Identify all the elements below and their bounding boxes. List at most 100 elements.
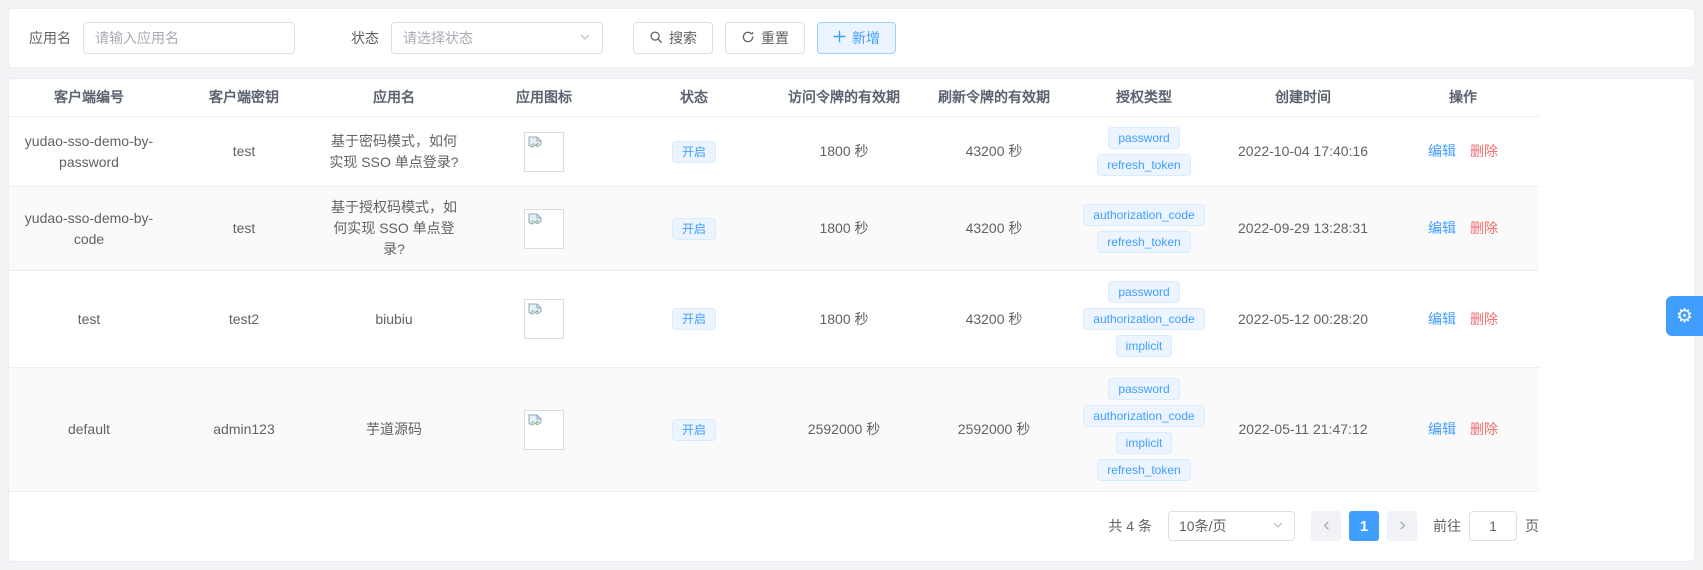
cell-actions: 编辑 删除 — [1387, 367, 1539, 492]
broken-image-icon — [524, 299, 564, 339]
reset-button[interactable]: 重置 — [725, 22, 805, 54]
search-button-label: 搜索 — [669, 30, 697, 46]
cell-app-name: biubiu — [319, 270, 469, 368]
cell-status: 开启 — [619, 186, 769, 271]
table-row: yudao-sso-demo-by-password test 基于密码模式，如… — [9, 116, 1539, 187]
grant-type-tag: password — [1108, 127, 1180, 149]
cell-refresh-validity: 43200 秒 — [919, 186, 1069, 271]
edit-button[interactable]: 编辑 — [1428, 220, 1456, 236]
edit-button[interactable]: 编辑 — [1428, 143, 1456, 159]
cell-refresh-validity: 2592000 秒 — [919, 367, 1069, 492]
goto-suffix-label: 页 — [1525, 518, 1539, 534]
cell-client-secret: test — [169, 186, 319, 271]
total-count-text: 共 4 条 — [1108, 518, 1152, 534]
goto-page-group: 前往 页 — [1433, 511, 1539, 541]
edit-button[interactable]: 编辑 — [1428, 421, 1456, 437]
grant-type-tag: refresh_token — [1097, 231, 1191, 253]
cell-client-id: yudao-sso-demo-by-password — [9, 116, 169, 187]
status-select-placeholder: 请选择状态 — [403, 30, 473, 46]
refresh-icon — [741, 30, 755, 47]
status-badge: 开启 — [671, 418, 716, 441]
cell-app-name: 芋道源码 — [319, 367, 469, 492]
oauth-client-table-card: 客户端编号 客户端密钥 应用名 应用图标 状态 访问令牌的有效期 刷新令牌的有效… — [8, 78, 1695, 562]
status-badge: 开启 — [671, 308, 716, 330]
grant-type-tag: implicit — [1115, 432, 1173, 454]
next-page-button[interactable] — [1387, 511, 1417, 541]
cell-client-id: default — [9, 367, 169, 492]
status-badge: 开启 — [671, 217, 716, 240]
col-app-icon: 应用图标 — [469, 79, 619, 117]
cell-client-id: yudao-sso-demo-by-code — [9, 186, 169, 271]
cell-actions: 编辑 删除 — [1387, 116, 1539, 187]
oauth-client-table: 客户端编号 客户端密钥 应用名 应用图标 状态 访问令牌的有效期 刷新令牌的有效… — [9, 79, 1539, 492]
page-size-value: 10条/页 — [1179, 518, 1227, 534]
col-create-time: 创建时间 — [1219, 79, 1387, 117]
pagination-bar: 共 4 条 10条/页 1 前往 1 页 — [9, 492, 1549, 557]
search-button[interactable]: 搜索 — [633, 22, 713, 54]
grant-type-tag: refresh_token — [1097, 154, 1191, 176]
cell-grant-types: password authorization_code implicit ref… — [1069, 367, 1219, 492]
status-badge: 开启 — [671, 140, 716, 163]
grant-type-tag: implicit — [1115, 335, 1173, 357]
table-row: test test2 biubiu 开启 1800 秒 43200 秒 pass… — [9, 270, 1539, 368]
delete-button[interactable]: 删除 — [1470, 421, 1498, 437]
page-root: 应用名 状态 请选择状态 搜索 重置 — [0, 0, 1703, 570]
plus-icon — [833, 30, 846, 46]
cell-client-id: test — [9, 270, 169, 368]
chevron-down-icon — [1272, 518, 1284, 534]
app-name-label: 应用名 — [29, 30, 71, 46]
cell-app-name: 基于授权码模式，如何实现 SSO 单点登录? — [319, 186, 469, 271]
add-button-label: 新增 — [852, 30, 880, 46]
cell-grant-types: password refresh_token — [1069, 116, 1219, 187]
settings-gear-button[interactable]: ⚙ — [1666, 296, 1703, 336]
grant-type-tag: refresh_token — [1097, 459, 1191, 481]
edit-button[interactable]: 编辑 — [1428, 311, 1456, 327]
cell-client-secret: test — [169, 116, 319, 187]
prev-page-button[interactable] — [1311, 511, 1341, 541]
goto-label: 前往 — [1433, 518, 1461, 534]
cell-app-name: 基于密码模式，如何实现 SSO 单点登录? — [319, 116, 469, 187]
delete-button[interactable]: 删除 — [1470, 220, 1498, 236]
reset-button-label: 重置 — [761, 30, 789, 46]
cell-create-time: 2022-05-11 21:47:12 — [1219, 367, 1387, 492]
grant-type-tag: password — [1108, 281, 1180, 303]
delete-button[interactable]: 删除 — [1470, 143, 1498, 159]
cell-app-icon — [469, 367, 619, 492]
page-number-button[interactable]: 1 — [1349, 511, 1379, 541]
cell-refresh-validity: 43200 秒 — [919, 116, 1069, 187]
status-select[interactable]: 请选择状态 — [391, 22, 603, 54]
cell-access-validity: 2592000 秒 — [769, 367, 919, 492]
cell-client-secret: admin123 — [169, 367, 319, 492]
table-row: yudao-sso-demo-by-code test 基于授权码模式，如何实现… — [9, 186, 1539, 271]
col-actions: 操作 — [1387, 79, 1539, 117]
cell-status: 开启 — [619, 367, 769, 492]
chevron-right-icon — [1397, 518, 1408, 535]
col-app-name: 应用名 — [319, 79, 469, 117]
cell-actions: 编辑 删除 — [1387, 186, 1539, 271]
delete-button[interactable]: 删除 — [1470, 311, 1498, 327]
add-button[interactable]: 新增 — [817, 22, 896, 54]
grant-type-tag: authorization_code — [1083, 405, 1205, 427]
status-form-item: 状态 请选择状态 — [351, 22, 603, 54]
col-client-id: 客户端编号 — [9, 79, 169, 117]
chevron-down-icon — [579, 30, 591, 46]
cell-grant-types: password authorization_code implicit — [1069, 270, 1219, 368]
broken-image-icon — [524, 131, 564, 172]
broken-image-icon — [524, 208, 564, 249]
grant-type-tag: password — [1108, 378, 1180, 400]
pager: 1 — [1311, 511, 1417, 541]
broken-image-icon — [524, 409, 564, 450]
cell-app-icon — [469, 186, 619, 271]
status-label: 状态 — [351, 30, 379, 46]
cell-refresh-validity: 43200 秒 — [919, 270, 1069, 368]
goto-page-input[interactable] — [1469, 511, 1517, 541]
app-name-form-item: 应用名 — [29, 22, 295, 54]
cell-status: 开启 — [619, 270, 769, 368]
gear-icon: ⚙ — [1675, 305, 1694, 327]
chevron-left-icon — [1321, 518, 1332, 535]
grant-type-tag: authorization_code — [1083, 204, 1205, 226]
page-size-select[interactable]: 10条/页 — [1168, 511, 1295, 541]
cell-status: 开启 — [619, 116, 769, 187]
app-name-input[interactable] — [83, 22, 295, 54]
table-row: default admin123 芋道源码 开启 2592000 秒 25920… — [9, 367, 1539, 492]
